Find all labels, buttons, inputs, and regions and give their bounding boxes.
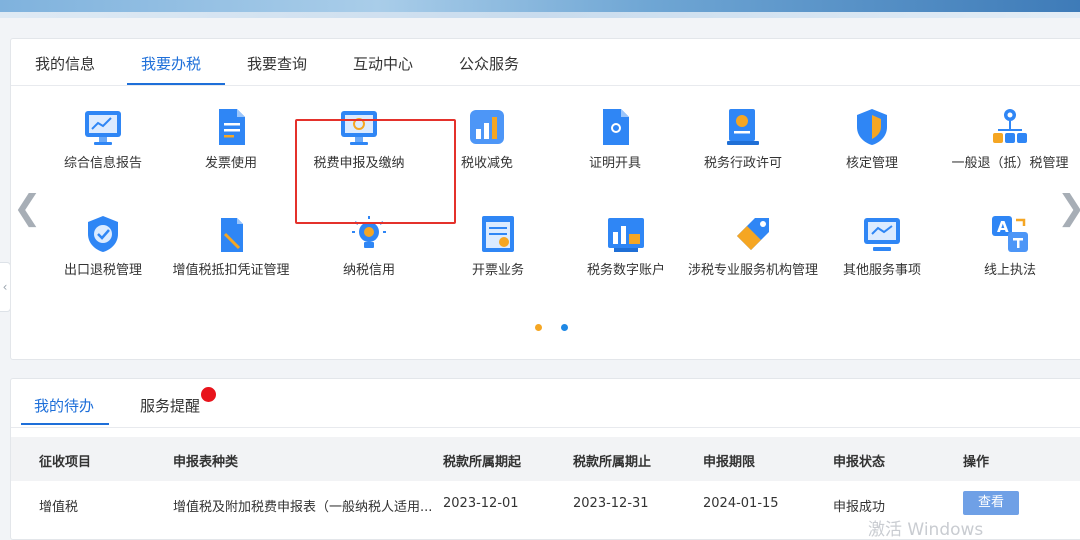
tab-interaction-center[interactable]: 互动中心	[353, 53, 413, 74]
service-label: 开票业务	[471, 263, 524, 278]
svg-text:A: A	[997, 218, 1009, 236]
service-comprehensive-report[interactable]: 综合信息报告	[38, 107, 168, 171]
service-label: 涉税专业服务机构管理	[687, 263, 818, 278]
tab-service-reminder[interactable]: 服务提醒	[140, 395, 200, 416]
tab-my-info[interactable]: 我的信息	[35, 53, 95, 74]
service-online-enforcement[interactable]: A 线上执法	[945, 214, 1075, 278]
top-banner-image	[0, 0, 1080, 18]
service-invoice-use[interactable]: 发票使用	[166, 107, 296, 171]
highlight-box	[295, 119, 456, 224]
service-vat-voucher[interactable]: 增值税抵扣凭证管理	[166, 214, 296, 278]
service-label: 税务行政许可	[703, 156, 782, 171]
tab-my-todo[interactable]: 我的待办	[34, 395, 94, 416]
service-label: 一般退（抵）税管理	[951, 156, 1069, 171]
view-button[interactable]: 查看	[963, 491, 1019, 515]
cell-period-start: 2023-12-01	[443, 496, 519, 511]
org-tree-icon	[990, 107, 1030, 147]
service-other-matters[interactable]: 其他服务事项	[817, 214, 947, 278]
service-label: 税务数字账户	[586, 263, 665, 278]
service-label: 综合信息报告	[63, 156, 142, 171]
service-label: 出口退税管理	[63, 263, 142, 278]
tag-icon	[733, 214, 773, 254]
col-header: 申报表种类	[173, 455, 239, 470]
bottom-tab-indicator	[21, 423, 109, 425]
digital-account-chart-icon	[606, 214, 646, 254]
chevron-left-icon[interactable]: ❮	[13, 191, 42, 225]
cell-form: 增值税及附加税费申报表（一般纳税人适用...	[173, 500, 433, 515]
service-label: 核定管理	[845, 156, 898, 171]
service-label: 线上执法	[983, 263, 1036, 278]
service-general-refund[interactable]: 一般退（抵）税管理	[935, 107, 1080, 171]
table-header: 征收项目 申报表种类 税款所属期起 税款所属期止 申报期限 申报状态 操作	[11, 437, 1080, 481]
col-header: 征收项目	[39, 455, 92, 470]
service-label: 证明开具	[588, 156, 641, 171]
col-header: 操作	[963, 455, 990, 470]
service-export-refund[interactable]: 出口退税管理	[38, 214, 168, 278]
service-professional-agency[interactable]: 涉税专业服务机构管理	[683, 214, 823, 278]
tax-service-panel: 我的信息 我要办税 我要查询 互动中心 公众服务 综合信息报告 发票使用 税费申…	[10, 38, 1080, 360]
invoice-document-icon	[211, 107, 251, 147]
service-label: 增值税抵扣凭证管理	[172, 263, 290, 278]
col-header: 申报期限	[703, 455, 756, 470]
shield-icon	[852, 107, 892, 147]
col-header: 税款所属期止	[573, 455, 652, 470]
tab-public-service[interactable]: 公众服务	[459, 53, 519, 74]
cell-status: 申报成功	[833, 500, 886, 515]
translate-icon: A	[990, 214, 1030, 254]
service-certificate-issue[interactable]: 证明开具	[550, 107, 680, 171]
carousel-dot-1[interactable]	[535, 324, 542, 331]
tax-reduction-chart-icon	[467, 107, 507, 147]
notification-badge	[201, 387, 216, 402]
service-admin-license[interactable]: 税务行政许可	[678, 107, 808, 171]
tab-query[interactable]: 我要查询	[247, 53, 307, 74]
shield-check-icon	[83, 214, 123, 254]
active-tab-indicator	[127, 83, 225, 85]
service-label: 纳税信用	[342, 263, 395, 278]
license-badge-icon	[723, 107, 763, 147]
cell-item: 增值税	[39, 500, 79, 515]
chevron-right-icon[interactable]: ❯	[1057, 191, 1080, 225]
monitor-icon	[862, 214, 902, 254]
service-digital-account[interactable]: 税务数字账户	[561, 214, 691, 278]
windows-activation-watermark: 激活 Windows	[868, 520, 984, 540]
divider	[11, 427, 1080, 428]
invoice-window-icon	[478, 214, 518, 254]
carousel-dot-2[interactable]	[561, 324, 568, 331]
col-header: 申报状态	[833, 455, 886, 470]
col-header: 税款所属期起	[443, 455, 522, 470]
voucher-document-icon	[211, 214, 251, 254]
service-assessment-mgmt[interactable]: 核定管理	[807, 107, 937, 171]
service-label: 其他服务事项	[842, 263, 921, 278]
report-monitor-icon	[83, 107, 123, 147]
certificate-document-icon	[595, 107, 635, 147]
cell-deadline: 2024-01-15	[703, 496, 779, 511]
cell-period-end: 2023-12-31	[573, 496, 649, 511]
tab-tax-handling[interactable]: 我要办税	[141, 53, 201, 74]
service-label: 发票使用	[204, 156, 257, 171]
main-tabs: 我的信息 我要办税 我要查询 互动中心 公众服务	[11, 39, 1080, 86]
